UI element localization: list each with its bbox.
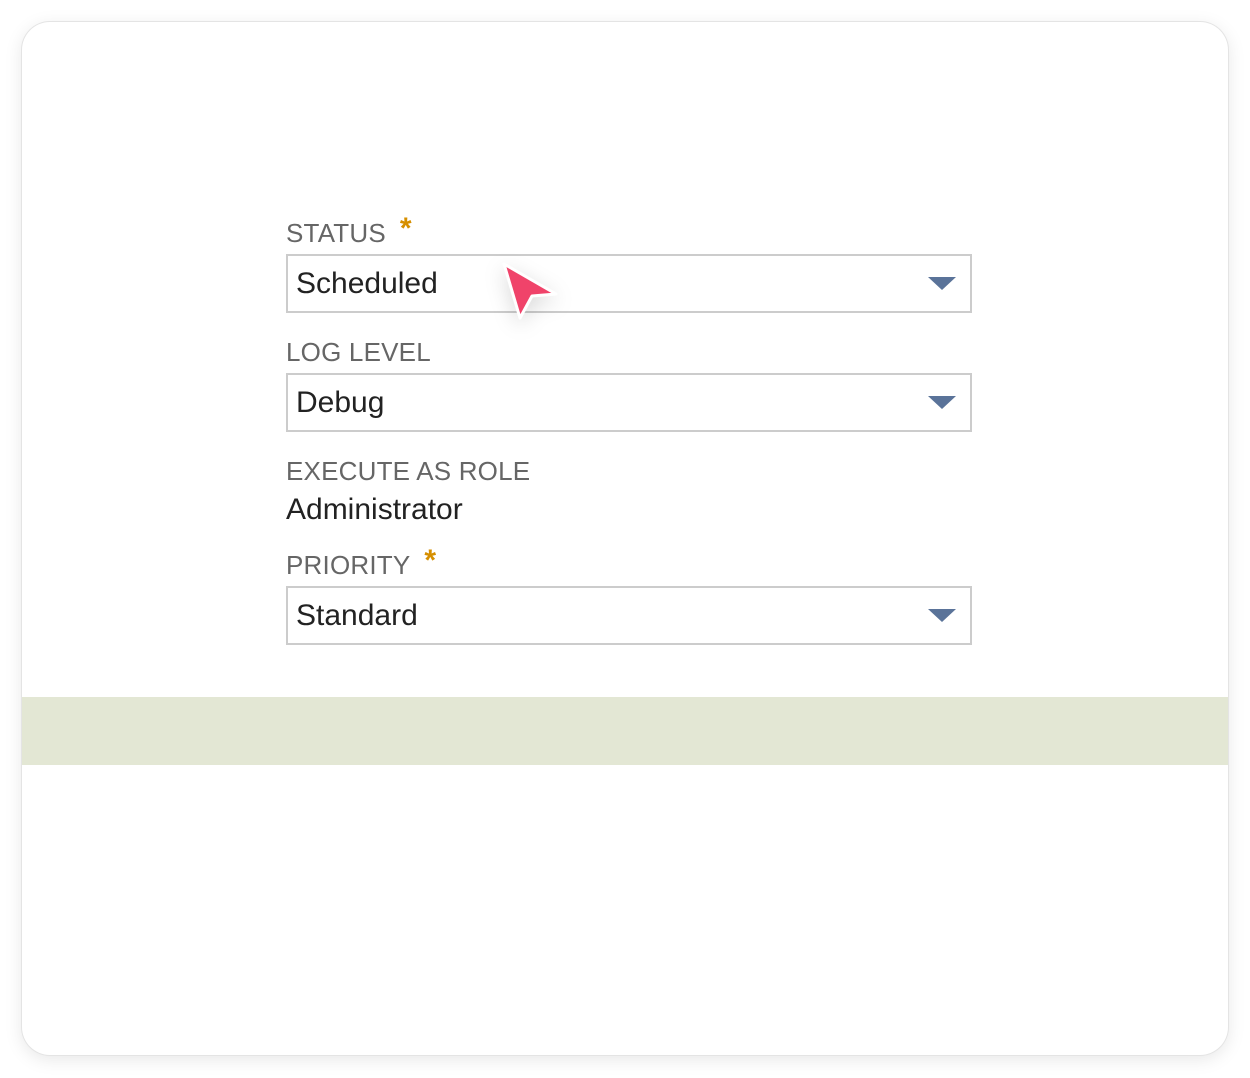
priority-label: PRIORITY * bbox=[286, 546, 972, 581]
log-level-select-value: Debug bbox=[296, 385, 385, 419]
caret-down-icon[interactable] bbox=[928, 396, 956, 409]
required-asterisk: * bbox=[424, 544, 437, 577]
form-card: STATUS * Scheduled LOG LEVEL Debug EXECU… bbox=[22, 22, 1228, 1055]
log-level-field: LOG LEVEL Debug bbox=[286, 337, 972, 432]
required-asterisk: * bbox=[399, 212, 412, 245]
caret-down-icon[interactable] bbox=[928, 277, 956, 290]
execute-as-role-value: Administrator bbox=[286, 493, 463, 526]
status-select-value: Scheduled bbox=[296, 266, 438, 300]
mouse-cursor-icon bbox=[502, 262, 558, 320]
priority-field: PRIORITY * Standard bbox=[286, 546, 972, 645]
log-level-select[interactable]: Debug bbox=[286, 373, 972, 432]
priority-select[interactable]: Standard bbox=[286, 586, 972, 645]
priority-label-text: PRIORITY bbox=[286, 550, 411, 580]
status-label: STATUS * bbox=[286, 214, 972, 249]
log-level-label-text: LOG LEVEL bbox=[286, 337, 431, 367]
priority-select-value: Standard bbox=[296, 598, 418, 632]
status-label-text: STATUS bbox=[286, 218, 386, 248]
caret-down-icon[interactable] bbox=[928, 609, 956, 622]
script-deployment-form: STATUS * Scheduled LOG LEVEL Debug EXECU… bbox=[286, 214, 972, 645]
status-select[interactable]: Scheduled bbox=[286, 254, 972, 313]
status-field: STATUS * Scheduled bbox=[286, 214, 972, 313]
execute-as-role-label: EXECUTE AS ROLE bbox=[286, 456, 972, 486]
footer-band bbox=[22, 697, 1228, 765]
execute-as-role-field: EXECUTE AS ROLE Administrator bbox=[286, 456, 972, 528]
log-level-label: LOG LEVEL bbox=[286, 337, 972, 367]
execute-as-role-label-text: EXECUTE AS ROLE bbox=[286, 456, 531, 486]
